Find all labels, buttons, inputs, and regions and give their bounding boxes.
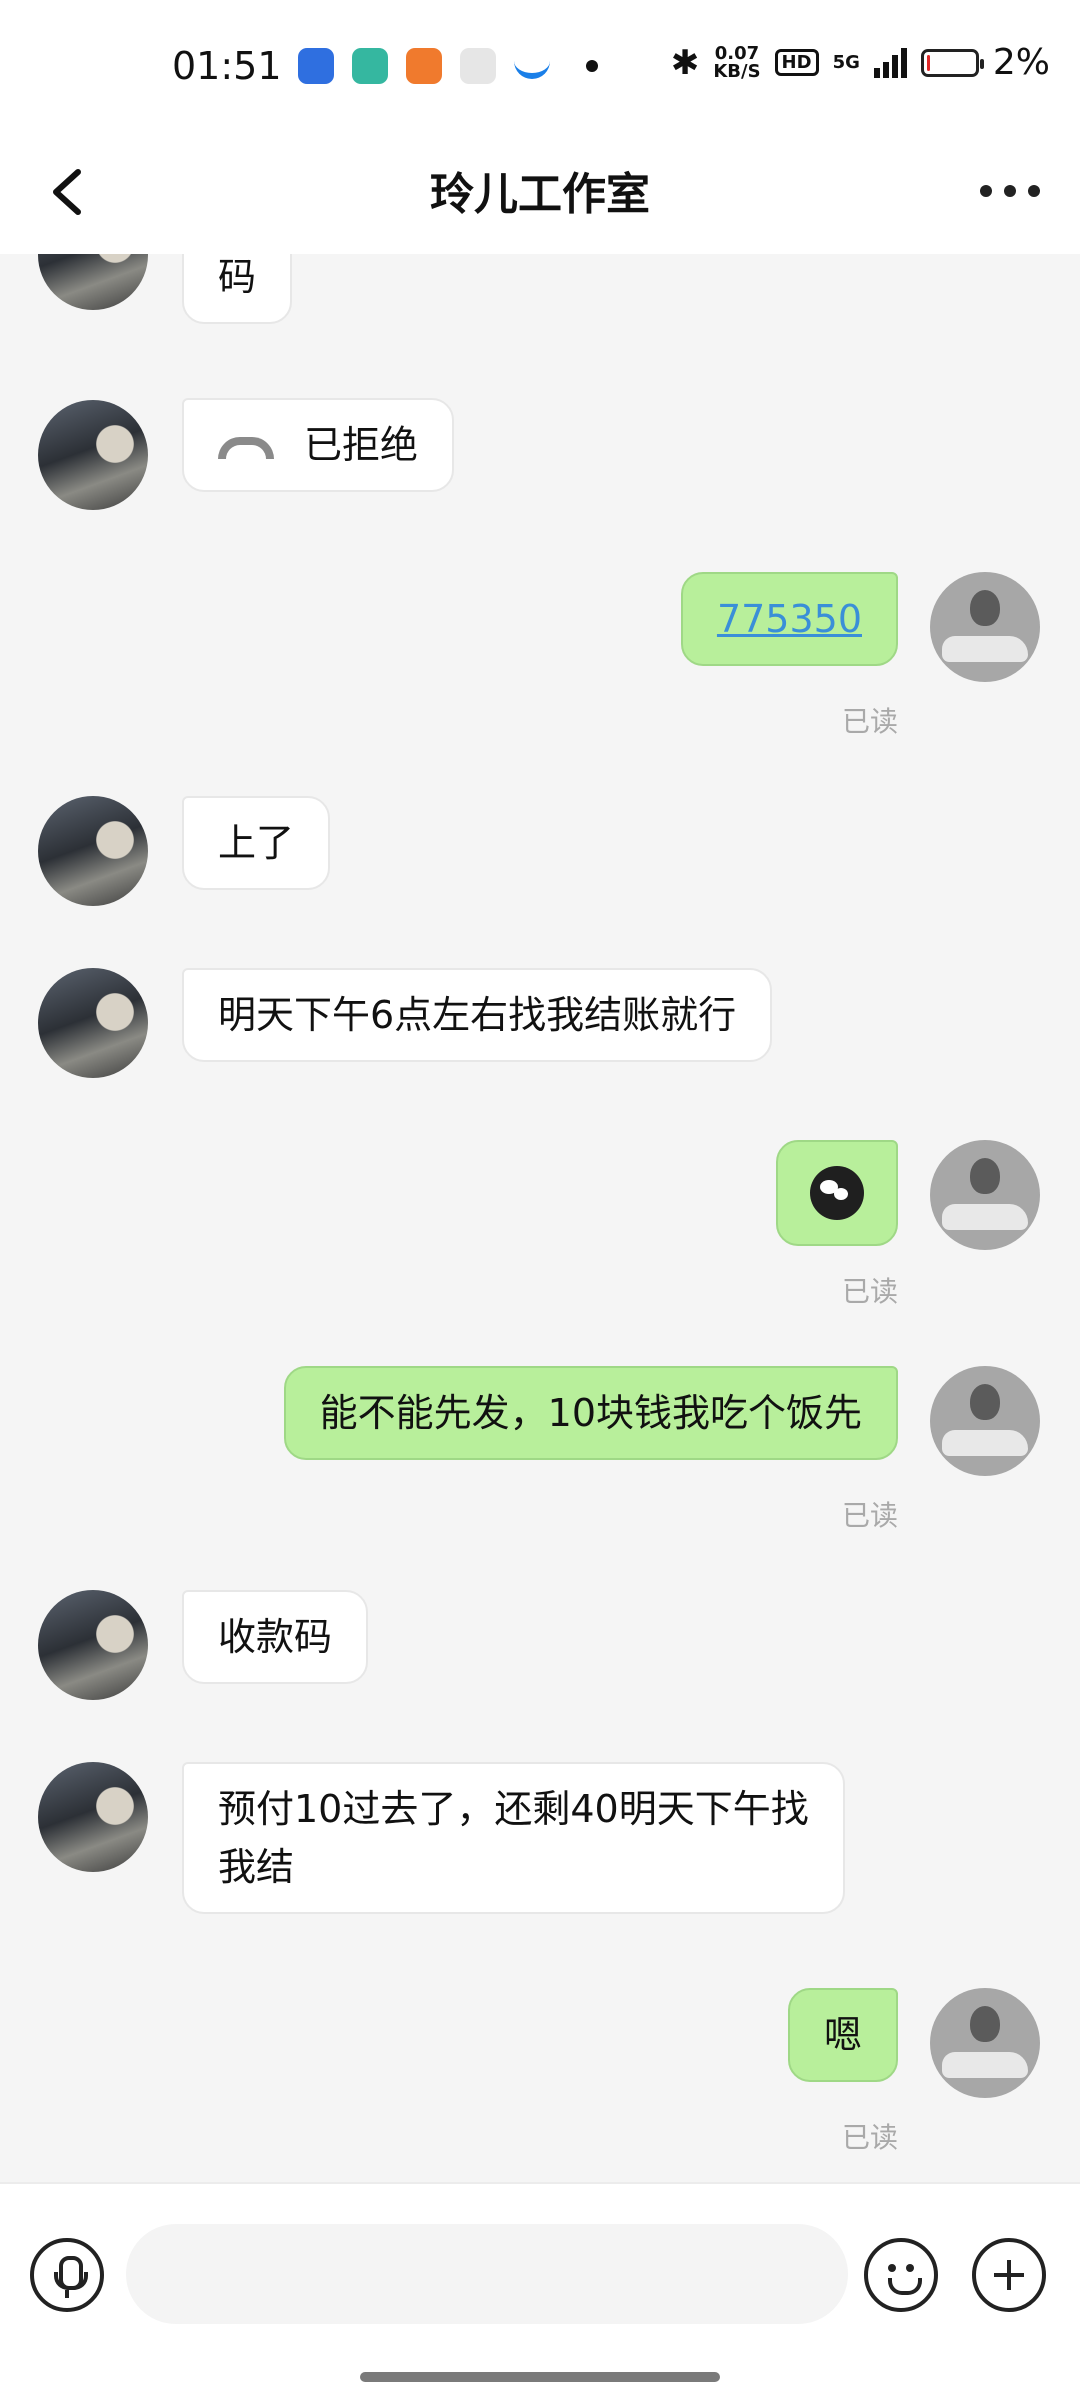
bird-app-icon (514, 53, 550, 79)
battery-icon (920, 48, 984, 77)
call-status: 已拒绝 (304, 423, 419, 467)
read-receipt: 已读 (841, 705, 898, 738)
game-app-icon (406, 48, 442, 84)
incoming-message[interactable]: 码 (182, 254, 293, 324)
read-receipt: 已读 (841, 1275, 898, 1308)
outgoing-message[interactable]: 775350 (680, 572, 898, 666)
call-record-message[interactable]: 已拒绝 (182, 398, 455, 492)
my-avatar[interactable] (930, 1988, 1040, 2098)
blank-app-icon (460, 48, 496, 84)
baidu-app-icon (298, 48, 334, 84)
contact-avatar[interactable] (38, 796, 148, 906)
clock: 01:51 (172, 44, 282, 88)
message-text: 收款码 (218, 1615, 333, 1659)
contact-avatar[interactable] (38, 1762, 148, 1872)
number-link[interactable]: 775350 (717, 597, 862, 641)
message-text-line: 预付10过去了，还剩40明天下午找 (218, 1787, 809, 1831)
outgoing-message[interactable]: 嗯 (787, 1988, 898, 2082)
signal-icon (873, 47, 907, 78)
message-list[interactable]: 码 已拒绝 775350 已读 上了 明天下午6点左右找我结账就行 已读 能不能… (0, 254, 1080, 2182)
my-avatar[interactable] (930, 1140, 1040, 1250)
message-input-bar (0, 2182, 1080, 2402)
message-text: 上了 (218, 821, 295, 865)
incoming-message[interactable]: 收款码 (182, 1590, 369, 1684)
incoming-message[interactable]: 预付10过去了，还剩40明天下午找 我结 (182, 1762, 845, 1914)
battery-percent: 2% (992, 42, 1050, 83)
contact-avatar[interactable] (38, 400, 148, 510)
message-text-line: 我结 (218, 1845, 295, 1889)
home-indicator[interactable] (360, 2372, 720, 2382)
contact-avatar[interactable] (38, 254, 148, 310)
outgoing-sticker-message[interactable] (776, 1140, 898, 1246)
message-text: 嗯 (823, 2013, 862, 2057)
more-actions-button[interactable] (972, 2238, 1046, 2312)
net-speed-value: 0.07 (714, 42, 760, 64)
chat-header: 玲儿工作室 (0, 130, 1080, 254)
chat-title: 玲儿工作室 (430, 169, 650, 220)
message-text: 码 (218, 255, 257, 299)
outgoing-message[interactable]: 能不能先发，10块钱我吃个饭先 (283, 1366, 898, 1460)
incoming-message[interactable]: 明天下午6点左右找我结账就行 (182, 968, 773, 1062)
contact-avatar[interactable] (38, 968, 148, 1078)
message-text: 能不能先发，10块钱我吃个饭先 (319, 1391, 862, 1435)
wallet-app-icon (352, 48, 388, 84)
status-bar: 01:51 ✱ 0.07 KB/S HD 5G 2% (0, 0, 1080, 130)
emoji-button[interactable] (864, 2238, 938, 2312)
emoji-icon (888, 2264, 896, 2272)
hd-badge: HD (774, 49, 819, 76)
bluetooth-icon: ✱ (670, 42, 700, 83)
incoming-message[interactable]: 上了 (182, 796, 331, 890)
voice-input-button[interactable] (30, 2238, 104, 2312)
my-avatar[interactable] (930, 572, 1040, 682)
message-input[interactable] (126, 2224, 848, 2324)
notification-icons (298, 48, 598, 84)
system-icons: ✱ 0.07 KB/S HD 5G 2% (671, 42, 1050, 83)
my-avatar[interactable] (930, 1366, 1040, 1476)
message-text: 明天下午6点左右找我结账就行 (218, 993, 737, 1037)
network-type: 5G (832, 52, 860, 73)
crying-emoji-sticker-icon (810, 1166, 864, 1220)
contact-avatar[interactable] (38, 1590, 148, 1700)
net-speed-unit: KB/S (713, 60, 761, 82)
phone-hangup-icon (218, 436, 274, 459)
read-receipt: 已读 (841, 2121, 898, 2154)
net-speed: 0.07 KB/S (713, 42, 761, 82)
more-notifications-dot (586, 60, 598, 72)
more-options-icon[interactable] (980, 176, 1040, 206)
read-receipt: 已读 (841, 1499, 898, 1532)
